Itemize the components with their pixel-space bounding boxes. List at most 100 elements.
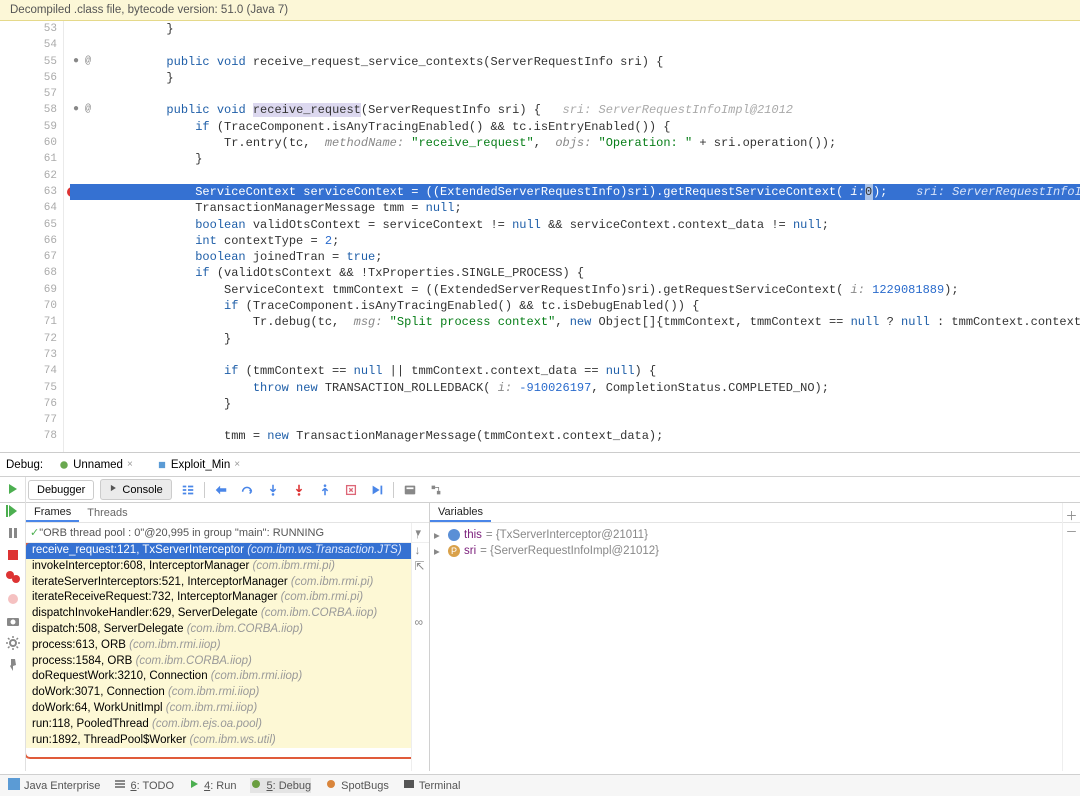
code-line[interactable]	[70, 412, 1080, 428]
stop-icon[interactable]	[5, 547, 21, 563]
run-icon	[188, 778, 200, 793]
frames-pane: Frames Threads ✓ "ORB thread pool : 0"@2…	[26, 503, 430, 771]
thread-selector[interactable]: ✓ "ORB thread pool : 0"@20,995 in group …	[26, 523, 429, 543]
code-line[interactable]: public void receive_request_service_cont…	[70, 54, 1080, 70]
expand-icon[interactable]: ▸	[434, 528, 444, 542]
camera-icon[interactable]	[5, 613, 21, 629]
code-line[interactable]: if (TraceComponent.isAnyTracingEnabled()…	[70, 298, 1080, 314]
drop-frame-icon[interactable]	[341, 480, 361, 500]
toolwindow-run[interactable]: 4: Run	[188, 778, 236, 793]
close-icon[interactable]: ×	[127, 459, 133, 470]
code-line[interactable]: if (TraceComponent.isAnyTracingEnabled()…	[70, 119, 1080, 135]
evaluate-icon[interactable]	[400, 480, 420, 500]
add-watch-icon[interactable]: ＋	[1066, 507, 1078, 519]
toolwindow-label: Terminal	[419, 780, 461, 792]
stack-frame[interactable]: receive_request:121, TxServerInterceptor…	[26, 543, 411, 559]
code-area[interactable]: } public void receive_request_service_co…	[70, 21, 1080, 452]
code-line[interactable]: if (tmmContext == null || tmmContext.con…	[70, 363, 1080, 379]
code-line[interactable]: Tr.debug(tc, msg: "Split process context…	[70, 314, 1080, 330]
toolwindow-label: 5: Debug	[266, 780, 311, 792]
variable-row[interactable]: ▸this = {TxServerInterceptor@21011}	[434, 527, 1076, 543]
line-number: 56	[0, 70, 63, 86]
pause-icon[interactable]	[5, 525, 21, 541]
step-into-icon[interactable]	[263, 480, 283, 500]
frames-tab[interactable]: Frames	[26, 503, 79, 522]
stack-frame[interactable]: invokeInterceptor:608, InterceptorManage…	[26, 559, 411, 575]
stack-frame[interactable]: dispatch:508, ServerDelegate (com.ibm.CO…	[26, 622, 411, 638]
code-line[interactable]: public void receive_request(ServerReques…	[70, 102, 1080, 118]
run-config-tab-exploit[interactable]: Exploit_Min ×	[149, 456, 248, 474]
mute-bp-icon[interactable]	[5, 591, 21, 607]
code-line[interactable]: if (validOtsContext && !TxProperties.SIN…	[70, 265, 1080, 281]
variable-row[interactable]: ▸Psri = {ServerRequestInfoImpl@21012}	[434, 543, 1076, 559]
prev-frame-icon[interactable]: ↑	[415, 527, 427, 539]
code-line[interactable]: }	[70, 396, 1080, 412]
code-line[interactable]	[70, 347, 1080, 363]
console-icon	[109, 483, 119, 493]
var-name: this	[464, 529, 482, 541]
toolwindow-bug[interactable]: SpotBugs	[325, 778, 389, 793]
code-line[interactable]: int contextType = 2;	[70, 233, 1080, 249]
code-line[interactable]: }	[70, 151, 1080, 167]
settings-icon[interactable]	[5, 635, 21, 651]
show-execution-icon[interactable]	[211, 480, 231, 500]
stack-frame[interactable]: run:1892, ThreadPool$Worker (com.ibm.ws.…	[26, 733, 411, 749]
code-line[interactable]	[70, 168, 1080, 184]
code-line[interactable]: boolean joinedTran = true;	[70, 249, 1080, 265]
code-line[interactable]: ServiceContext serviceContext = ((Extend…	[70, 184, 1080, 200]
code-editor[interactable]: 535455● @565758● @5960616263646566676869…	[0, 21, 1080, 453]
code-line[interactable]: }	[70, 70, 1080, 86]
stack-frame[interactable]: dispatchInvokeHandler:629, ServerDelegat…	[26, 606, 411, 622]
code-line[interactable]: }	[70, 331, 1080, 347]
code-line[interactable]	[70, 86, 1080, 102]
close-icon[interactable]: ×	[234, 459, 240, 470]
code-line[interactable]	[70, 37, 1080, 53]
threads-icon[interactable]	[178, 480, 198, 500]
force-step-into-icon[interactable]	[289, 480, 309, 500]
run-config-tab-unnamed[interactable]: Unnamed ×	[51, 456, 141, 474]
run-to-cursor-icon[interactable]	[367, 480, 387, 500]
debug-label: Debug:	[6, 459, 43, 471]
variables-tab[interactable]: Variables	[430, 503, 491, 522]
toolwindow-debug[interactable]: 5: Debug	[250, 778, 311, 793]
rerun-icon[interactable]	[5, 481, 21, 497]
toolwindow-je[interactable]: Java Enterprise	[8, 778, 100, 793]
code-line[interactable]: tmm = new TransactionManagerMessage(tmmC…	[70, 428, 1080, 444]
stack-frame[interactable]: process:1584, ORB (com.ibm.CORBA.iiop)	[26, 654, 411, 670]
code-line[interactable]: throw new TRANSACTION_ROLLEDBACK( i: -91…	[70, 380, 1080, 396]
line-number: 67	[0, 249, 63, 265]
toolwindow-term[interactable]: Terminal	[403, 778, 461, 793]
debugger-tab[interactable]: Debugger	[28, 480, 94, 500]
decompiled-banner: Decompiled .class file, bytecode version…	[0, 0, 1080, 21]
toolwindow-label: 6: TODO	[130, 780, 174, 792]
line-number: 53	[0, 21, 63, 37]
breakpoints-icon[interactable]	[5, 569, 21, 585]
threads-tab[interactable]: Threads	[79, 503, 135, 522]
code-line[interactable]: ServiceContext tmmContext = ((ExtendedSe…	[70, 282, 1080, 298]
next-frame-icon[interactable]: ↓	[415, 543, 427, 555]
stack-frame[interactable]: iterateServerInterceptors:521, Intercept…	[26, 575, 411, 591]
code-line[interactable]: }	[70, 21, 1080, 37]
step-out-icon[interactable]	[315, 480, 335, 500]
console-tab[interactable]: Console	[100, 479, 171, 500]
stack-frame[interactable]: iterateReceiveRequest:732, InterceptorMa…	[26, 590, 411, 606]
expand-icon[interactable]: ▸	[434, 544, 444, 558]
toolwindow-todo[interactable]: 6: TODO	[114, 778, 174, 793]
stack-frame[interactable]: doRequestWork:3210, Connection (com.ibm.…	[26, 669, 411, 685]
code-line[interactable]: Tr.entry(tc, methodName: "receive_reques…	[70, 135, 1080, 151]
remove-watch-icon[interactable]: －	[1066, 523, 1078, 535]
step-over-icon[interactable]	[237, 480, 257, 500]
resume-icon[interactable]	[5, 503, 21, 519]
stack-frame[interactable]: process:613, ORB (com.ibm.rmi.iiop)	[26, 638, 411, 654]
pin-icon[interactable]	[5, 657, 21, 673]
stack-frame[interactable]: doWork:64, WorkUnitImpl (com.ibm.rmi.iio…	[26, 701, 411, 717]
variable-list[interactable]: ▸this = {TxServerInterceptor@21011}▸Psri…	[430, 523, 1080, 563]
code-line[interactable]: TransactionManagerMessage tmm = null;	[70, 200, 1080, 216]
stack-frame[interactable]: run:118, PooledThread (com.ibm.ejs.oa.po…	[26, 717, 411, 733]
code-line[interactable]: boolean validOtsContext = serviceContext…	[70, 217, 1080, 233]
trace-icon[interactable]	[426, 480, 446, 500]
stack-frame[interactable]: doWork:3071, Connection (com.ibm.rmi.iio…	[26, 685, 411, 701]
filter-icon[interactable]: ∞	[415, 615, 427, 627]
frame-list[interactable]: receive_request:121, TxServerInterceptor…	[26, 543, 411, 771]
export-icon[interactable]: ⇱	[415, 559, 427, 571]
